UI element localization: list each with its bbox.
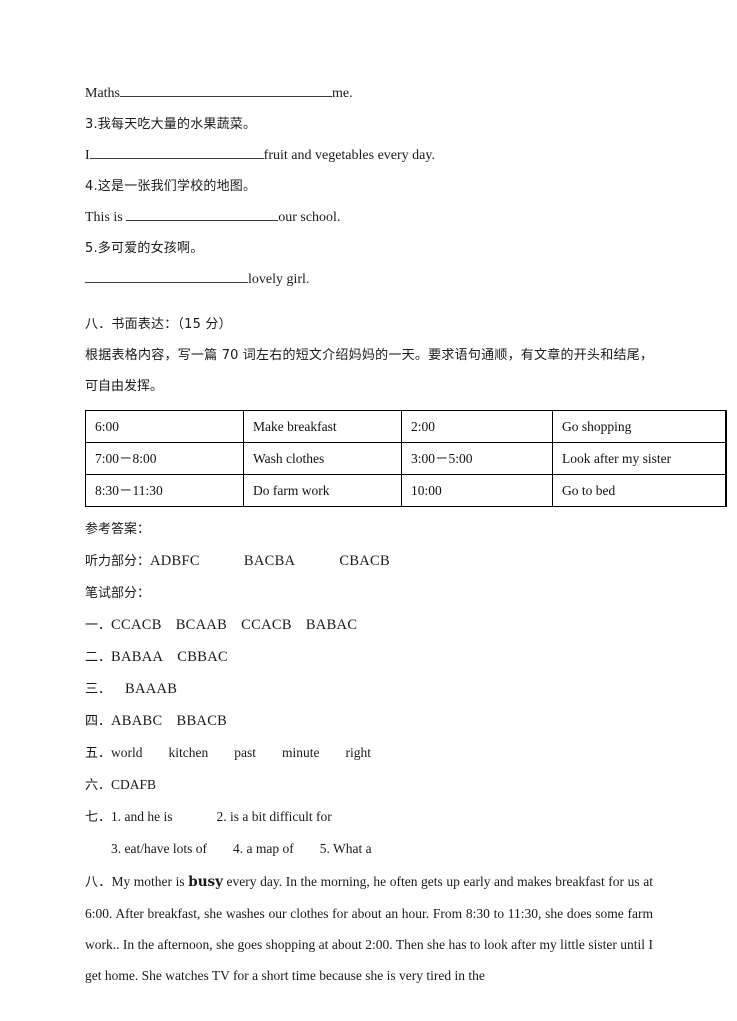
table-cell-activity: Go shopping (552, 410, 727, 443)
blank-suffix: lovely girl. (248, 272, 310, 287)
section-answer: right (345, 745, 372, 760)
answer-key-section: 参考答案： 听力部分：ADBFC BACBA CBACB 笔试部分： 一．CCACB… (85, 513, 655, 991)
section-answer: BABAC (305, 617, 358, 633)
section-label: 一． (85, 618, 112, 633)
question-3-chinese: 3.我每天吃大量的水果蔬菜。 (85, 117, 257, 132)
section-answer: 3. eat/have lots of (111, 841, 207, 856)
section-answer: CCACB (111, 617, 162, 633)
blank-prefix: Maths (85, 86, 120, 101)
fill-in-blank-section: Maths me. 3.我每天吃大量的水果蔬菜。 Ifruit and veget… (85, 78, 655, 295)
answer-key-section-6: 六．CDAFB (85, 769, 655, 801)
answer-key-section-3: 三． BAAAB (85, 673, 655, 705)
written-label: 笔试部分： (85, 586, 151, 601)
section-label: 二． (85, 650, 112, 665)
listening-answer: CBACB (339, 553, 391, 569)
section-answer: past (234, 745, 257, 760)
section-label: 六． (85, 778, 112, 793)
section-label: 五． (85, 746, 112, 761)
fill-blank-row-q4: This is our school. (85, 202, 655, 233)
section-label: 七． (85, 810, 112, 825)
answer-key-section-2: 二．BABAA CBBAC (85, 641, 655, 673)
answer-key-section-1: 一．CCACB BCAAB CCACB BABAC (85, 609, 655, 641)
answer-blank[interactable] (120, 83, 332, 97)
answer-key-section-5: 五．world kitchen past minute right (85, 737, 655, 769)
section-answer: BABAA (111, 649, 164, 665)
writing-task-instruction: 根据表格内容，写一篇 70 词左右的短文介绍妈妈的一天。要求语句通顺，有文章的开… (85, 348, 653, 394)
answer-key-title-label: 参考答案： (85, 522, 151, 537)
table-cell-time: 10:00 (401, 474, 553, 507)
answer-key-section-7-line1: 七．1. and he is 2. is a bit difficult for (85, 801, 655, 833)
document-page: Maths me. 3.我每天吃大量的水果蔬菜。 Ifruit and veget… (0, 0, 737, 1021)
section-answer: CDAFB (111, 777, 157, 792)
fill-blank-row-q5: lovely girl. (85, 264, 655, 295)
writing-task-section: 八．书面表达：（15 分） 根据表格内容，写一篇 70 词左右的短文介绍妈妈的一… (85, 309, 655, 402)
fill-blank-row-maths: Maths me. (85, 78, 655, 109)
blank-prefix: This is (85, 210, 127, 225)
listening-answer: BACBA (243, 553, 296, 569)
answer-key-title: 参考答案： (85, 513, 655, 545)
table-cell-activity: Do farm work (243, 474, 402, 507)
blank-suffix: our school. (278, 210, 341, 225)
fill-blank-row-q3: Ifruit and vegetables every day. (85, 140, 655, 171)
answer-key-section-8-essay: 八．My mother is busy every day. In the mo… (85, 866, 653, 991)
section-answer: 4. a map of (232, 841, 294, 856)
table-cell-time: 2:00 (401, 410, 553, 443)
blank-suffix: me. (332, 86, 353, 101)
answer-key-section-4: 四．ABABC BBACB (85, 705, 655, 737)
schedule-table-body: 6:00 Make breakfast 2:00 Go shopping 7:0… (85, 410, 727, 507)
answer-key-section-7-line2: 3. eat/have lots of 4. a map of 5. What a (85, 833, 655, 864)
schedule-table: 6:00 Make breakfast 2:00 Go shopping 7:0… (85, 410, 727, 507)
table-cell-time: 6:00 (85, 410, 244, 443)
answer-blank[interactable] (89, 145, 264, 159)
essay-text-part2: every day. In the morning, he often gets… (85, 874, 653, 983)
section-answer: BCAAB (175, 617, 228, 633)
section-answer: minute (282, 745, 320, 760)
section-answer: CCACB (241, 617, 292, 633)
section-answer: kitchen (168, 745, 209, 760)
listening-answer: ADBFC (150, 553, 200, 569)
table-cell-activity: Make breakfast (243, 410, 402, 443)
table-cell-activity: Look after my sister (552, 442, 727, 475)
table-cell-time: 3:00－5:00 (401, 442, 553, 475)
section-answer: BAAAB (125, 681, 178, 697)
section-answer: 5. What a (319, 841, 372, 856)
section-answer: BBACB (176, 713, 228, 729)
table-row: 6:00 Make breakfast 2:00 Go shopping (85, 410, 727, 443)
section-answer: 2. is a bit difficult for (216, 809, 332, 824)
table-row: 7:00－8:00 Wash clothes 3:00－5:00 Look af… (85, 442, 727, 475)
listening-label: 听力部分： (85, 554, 151, 569)
document-content: Maths me. 3.我每天吃大量的水果蔬菜。 Ifruit and veget… (85, 78, 727, 991)
section-answer: world (111, 745, 143, 760)
table-cell-time: 8:30－11:30 (85, 474, 244, 507)
table-cell-activity: Go to bed (552, 474, 727, 507)
answer-blank[interactable] (85, 269, 248, 283)
question-4-chinese: 4.这是一张我们学校的地图。 (85, 179, 257, 194)
answer-blank[interactable] (126, 207, 279, 221)
section-answer: 1. and he is (111, 809, 173, 824)
table-cell-time: 7:00－8:00 (85, 442, 244, 475)
writing-task-heading: 八．书面表达：（15 分） (85, 317, 232, 332)
essay-text-part1: My mother is (111, 874, 189, 889)
blank-suffix: fruit and vegetables every day. (263, 148, 435, 163)
essay-bold-word: busy (188, 874, 223, 890)
answer-key-listening: 听力部分：ADBFC BACBA CBACB (85, 545, 655, 577)
section-label: 四． (85, 714, 112, 729)
section-label: 三． (85, 682, 112, 697)
table-cell-activity: Wash clothes (243, 442, 402, 475)
section-answer: CBBAC (177, 649, 228, 665)
section-label: 八． (85, 875, 112, 890)
answer-key-written-label-row: 笔试部分： (85, 577, 655, 609)
section-answer: ABABC (111, 713, 163, 729)
table-row: 8:30－11:30 Do farm work 10:00 Go to bed (85, 474, 727, 507)
question-5-chinese: 5.多可爱的女孩啊。 (85, 241, 204, 256)
